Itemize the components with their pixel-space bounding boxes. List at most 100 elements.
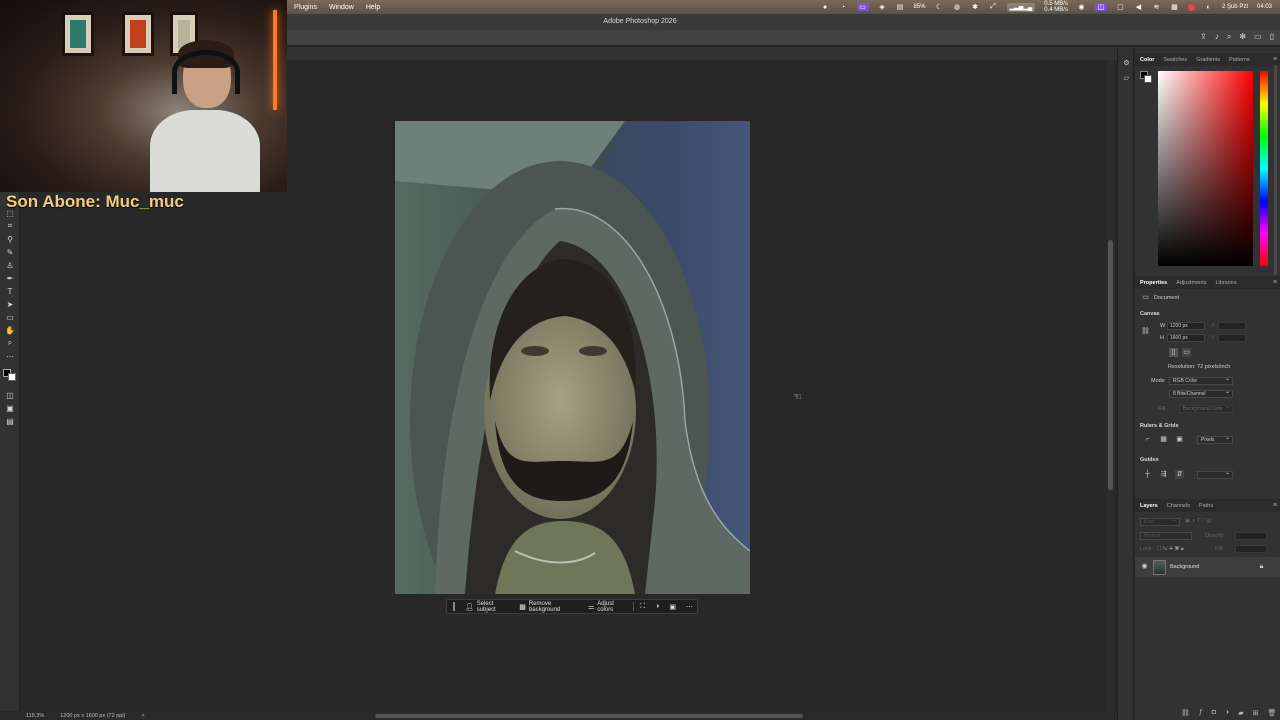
lock-icon[interactable]: 🔒︎ (1257, 562, 1266, 571)
moon-icon[interactable]: ☾ (935, 3, 944, 11)
tab-libraries[interactable]: Libraries (1215, 280, 1236, 286)
bluetooth-icon[interactable]: ✱ (971, 3, 980, 11)
tab-gradients[interactable]: Gradients (1196, 57, 1220, 63)
guide-lock-icon[interactable]: ⇵ (1175, 470, 1184, 479)
hue-slider[interactable] (1260, 71, 1268, 266)
settings-icon[interactable]: ✻ (1239, 32, 1246, 42)
eye-icon[interactable]: ◉ (1140, 562, 1149, 571)
menubar-date[interactable]: 2 Şub Pzt (1222, 4, 1248, 10)
rulers-grids-section-title[interactable]: Rulers & Grids (1140, 423, 1179, 429)
menubar-time[interactable]: 04:03 (1257, 4, 1272, 10)
quick-mask-icon[interactable]: ◫ (5, 390, 15, 400)
layer-fill-field[interactable] (1235, 545, 1267, 553)
tab-layers[interactable]: Layers (1140, 503, 1158, 509)
width-field[interactable]: 1200 px (1167, 322, 1205, 330)
vertical-scrollbar[interactable] (1107, 60, 1115, 711)
water-icon[interactable]: ◍ (953, 3, 962, 11)
blend-mode-dropdown[interactable]: Normal (1140, 531, 1192, 540)
ruler-icon[interactable]: ⌐ (1143, 435, 1152, 444)
screen-capture-icon[interactable]: ▭ (856, 3, 869, 11)
tab-paths[interactable]: Paths (1199, 503, 1213, 509)
search-icon[interactable]: ⌕ (1227, 32, 1231, 42)
more-tools-icon[interactable]: ⋯ (5, 351, 15, 361)
display-icon[interactable]: ▤ (896, 3, 905, 11)
layer-filter-dropdown[interactable]: Kind (1140, 517, 1180, 526)
control-icon[interactable]: ◈ (878, 3, 887, 11)
adjust-panel-icon[interactable]: ⚙ (1122, 59, 1131, 68)
link-layers-icon[interactable]: ⛓ (1181, 709, 1190, 717)
guide-add-icon[interactable]: ┼ (1143, 470, 1152, 479)
stamp-tool-icon[interactable]: ♙ (5, 260, 15, 270)
units-dropdown[interactable]: Pixels (1197, 435, 1233, 444)
screen-mode-icon[interactable]: ▣ (5, 403, 15, 413)
new-group-icon[interactable]: ▰ (1238, 709, 1243, 717)
x-field[interactable] (1218, 322, 1246, 330)
properties-menu-icon[interactable]: ≡ (1273, 279, 1277, 286)
rectangle-tool-icon[interactable]: ▭ (5, 312, 15, 322)
fx-icon[interactable]: ƒ (1199, 709, 1203, 717)
lock-icons[interactable]: ⛶ ✎ ✥ ▣ 🔒︎ (1157, 546, 1184, 553)
wifi-icon[interactable]: ≋ (1152, 3, 1161, 11)
landscape-orientation-icon[interactable]: ▭ (1182, 348, 1191, 357)
layer-name[interactable]: Background (1170, 564, 1199, 570)
brush-tool-icon[interactable]: ✎ (5, 247, 15, 257)
drag-handle[interactable] (453, 602, 455, 611)
menu-window[interactable]: Window (329, 4, 354, 11)
pen-tool-icon[interactable]: ✒ (5, 273, 15, 283)
generate-button[interactable]: ▣ (665, 601, 680, 613)
remove-background-button[interactable]: ▩ Remove background (515, 601, 582, 613)
zoom-level[interactable]: 118,3% (26, 713, 44, 719)
control-center-icon[interactable]: ▦ (1170, 3, 1179, 11)
select-subject-button[interactable]: 👤︎ Select subject (461, 601, 513, 613)
eyedropper-tool-icon[interactable]: ⚲ (5, 234, 15, 244)
grid-icon[interactable]: ▦ (1159, 435, 1168, 444)
document-canvas[interactable] (395, 121, 750, 594)
pixel-grid-icon[interactable]: ▣ (1175, 435, 1184, 444)
tab-adjustments[interactable]: Adjustments (1176, 280, 1206, 286)
menu-plugins[interactable]: Plugins (294, 4, 317, 11)
y-field[interactable] (1218, 334, 1246, 342)
adjust-colors-button[interactable]: ⚌ Adjust colors (584, 601, 631, 613)
vertical-scroll-thumb[interactable] (1108, 240, 1113, 490)
fill-dropdown[interactable]: Background Color (1179, 404, 1233, 413)
sync-icon[interactable]: ◔ (839, 3, 848, 11)
edit-mask-button[interactable]: ⛶ (636, 601, 649, 613)
layers-menu-icon[interactable]: ≡ (1273, 502, 1277, 509)
horizontal-scroll-thumb[interactable] (375, 714, 803, 718)
recording-indicator-icon[interactable] (1187, 3, 1195, 11)
new-layer-icon[interactable]: ⊞ (1253, 709, 1259, 717)
share-icon[interactable]: ⇪ (1200, 32, 1207, 42)
edit-toolbar-icon[interactable]: ▤ (5, 416, 15, 426)
mode-dropdown[interactable]: RGB Color (1169, 376, 1233, 385)
tab-patterns[interactable]: Patterns (1229, 57, 1249, 63)
color-picker-field[interactable] (1158, 71, 1253, 266)
add-mask-icon[interactable]: ◘ (1212, 709, 1216, 717)
height-field[interactable]: 1600 px (1167, 334, 1205, 342)
more-options-button[interactable]: ⋯ (682, 601, 697, 613)
mirror-icon[interactable]: ◫ (1094, 3, 1107, 11)
record-dot-icon[interactable]: ● (821, 3, 830, 11)
tab-properties[interactable]: Properties (1140, 280, 1167, 286)
opacity-field[interactable] (1235, 532, 1267, 540)
tab-color[interactable]: Color (1140, 57, 1154, 63)
status-expand-arrow[interactable]: > (141, 713, 144, 719)
menu-help[interactable]: Help (366, 4, 380, 11)
comment-panel-icon[interactable]: ▱ (1122, 74, 1131, 83)
color-swatches[interactable] (3, 369, 17, 381)
hand-tool-icon[interactable]: ✋ (5, 325, 15, 335)
vpn-icon[interactable]: ◉ (1077, 3, 1086, 11)
bell-icon[interactable]: ♪ (1215, 32, 1219, 42)
tab-channels[interactable]: Channels (1167, 503, 1190, 509)
window-icon[interactable]: ▢ (1116, 3, 1125, 11)
adjustment-button[interactable]: ◑ (651, 601, 663, 613)
link-icon[interactable]: ⛓ (1141, 327, 1150, 336)
color-panel-chips[interactable] (1140, 71, 1152, 83)
layer-background[interactable]: ◉ Background 🔒︎ (1135, 557, 1280, 577)
background-color[interactable] (8, 373, 16, 381)
adjustment-layer-icon[interactable]: ◑ (1225, 709, 1229, 717)
zoom-tool-icon[interactable]: ⌕ (5, 338, 15, 348)
layer-filter-icons[interactable]: ▣ ◑ T ⛶ ▥ (1185, 518, 1212, 525)
type-tool-icon[interactable]: T (5, 286, 15, 296)
tab-swatches[interactable]: Swatches (1163, 57, 1187, 63)
color-panel-scrollbar[interactable] (1274, 65, 1277, 275)
